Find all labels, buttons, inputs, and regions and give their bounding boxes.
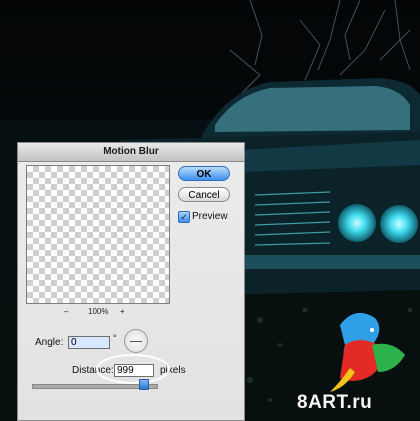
degree-symbol: ° — [113, 333, 117, 343]
distance-slider-thumb[interactable] — [138, 379, 149, 390]
headlight-right — [380, 205, 418, 243]
watermark-text: 8ART.ru — [297, 392, 373, 413]
checkmark-icon: ✓ — [180, 212, 188, 222]
ok-button[interactable]: OK — [178, 166, 230, 181]
highlight-circle — [96, 354, 170, 384]
angle-dial[interactable] — [124, 329, 148, 353]
dialog-title: Motion Blur — [18, 143, 244, 162]
zoom-in-button[interactable]: + — [120, 307, 125, 316]
headlight-left — [338, 204, 376, 242]
angle-indicator — [130, 341, 142, 342]
zoom-out-button[interactable]: – — [64, 307, 68, 316]
cancel-button[interactable]: Cancel — [178, 187, 230, 202]
preview-label: Preview — [192, 211, 228, 222]
motion-blur-dialog: Motion Blur – 100% + OK Cancel ✓ Preview… — [17, 142, 245, 421]
filter-preview[interactable] — [26, 165, 170, 304]
angle-label: Angle: — [35, 337, 64, 348]
zoom-level: 100% — [88, 307, 109, 316]
preview-checkbox[interactable]: ✓ — [178, 211, 190, 223]
angle-input[interactable]: 0 — [68, 336, 110, 349]
